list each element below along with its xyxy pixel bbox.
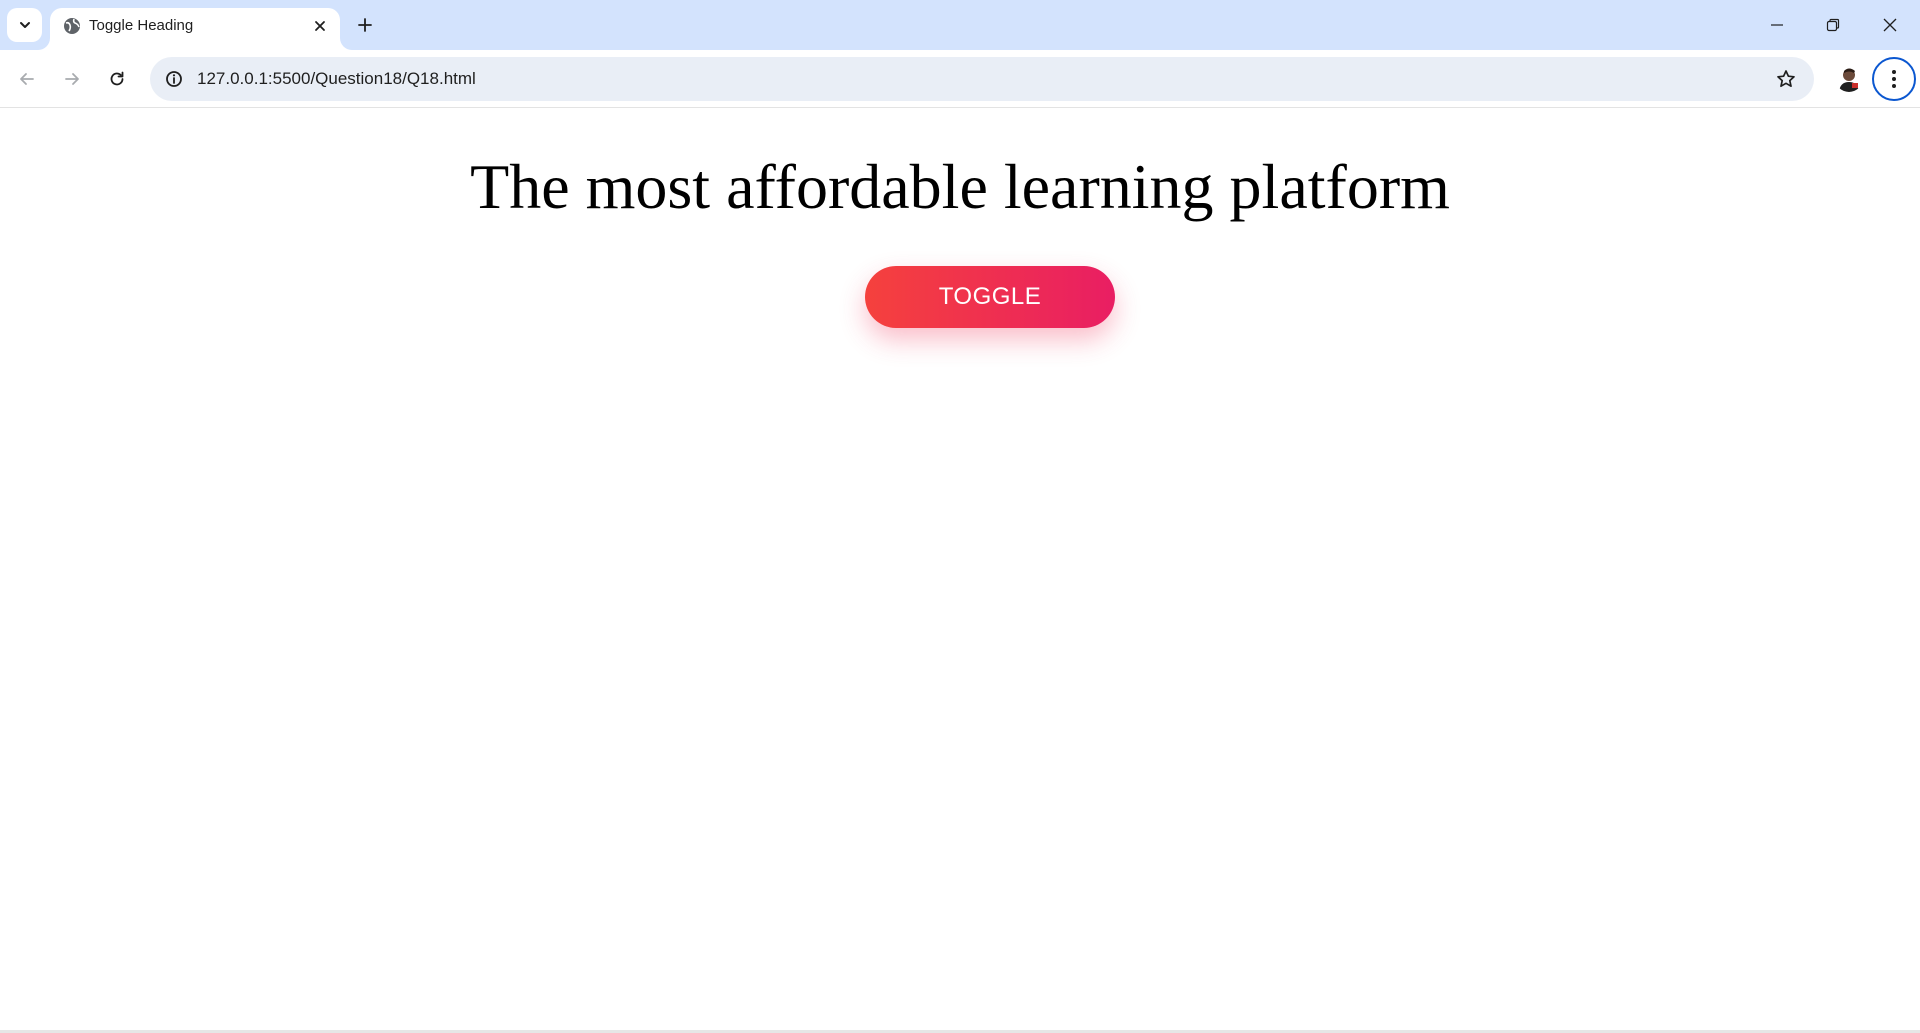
restore-icon <box>1826 18 1840 32</box>
info-icon <box>166 71 182 87</box>
page-viewport: The most affordable learning platform TO… <box>0 109 1920 1033</box>
plus-icon <box>358 18 372 32</box>
avatar-icon <box>1835 64 1863 92</box>
star-icon <box>1777 70 1795 88</box>
url-text[interactable]: 127.0.0.1:5500/Question18/Q18.html <box>197 68 476 90</box>
tab-title: Toggle Heading <box>89 17 194 34</box>
browser-menu-button[interactable] <box>1872 57 1916 101</box>
tab-search-button[interactable] <box>7 8 42 42</box>
site-info-button[interactable] <box>160 65 188 93</box>
browser-toolbar: 127.0.0.1:5500/Question18/Q18.html <box>0 50 1920 108</box>
minimize-icon <box>1771 24 1783 26</box>
toggle-button[interactable]: TOGGLE <box>865 266 1115 328</box>
reload-icon <box>110 71 124 86</box>
close-window-button[interactable] <box>1862 0 1918 50</box>
arrow-right-icon <box>65 73 79 85</box>
forward-button[interactable] <box>54 61 90 97</box>
tab-strip: Toggle Heading <box>0 0 1920 50</box>
minimize-button[interactable] <box>1749 0 1805 50</box>
active-tab[interactable]: Toggle Heading <box>50 8 340 50</box>
restore-button[interactable] <box>1805 0 1861 50</box>
close-icon <box>1883 18 1897 32</box>
globe-icon <box>64 18 80 34</box>
new-tab-button[interactable] <box>350 10 380 40</box>
chevron-down-icon <box>19 22 30 28</box>
page-heading: The most affordable learning platform <box>470 151 1450 222</box>
arrow-left-icon <box>20 73 34 85</box>
address-bar[interactable]: 127.0.0.1:5500/Question18/Q18.html <box>150 57 1814 101</box>
reload-button[interactable] <box>99 61 135 97</box>
bookmark-button[interactable] <box>1772 65 1800 93</box>
back-button[interactable] <box>9 61 45 97</box>
close-icon <box>315 21 325 31</box>
profile-avatar[interactable] <box>1835 64 1863 92</box>
tab-close-button[interactable] <box>308 14 332 38</box>
kebab-menu-icon <box>1892 70 1896 88</box>
